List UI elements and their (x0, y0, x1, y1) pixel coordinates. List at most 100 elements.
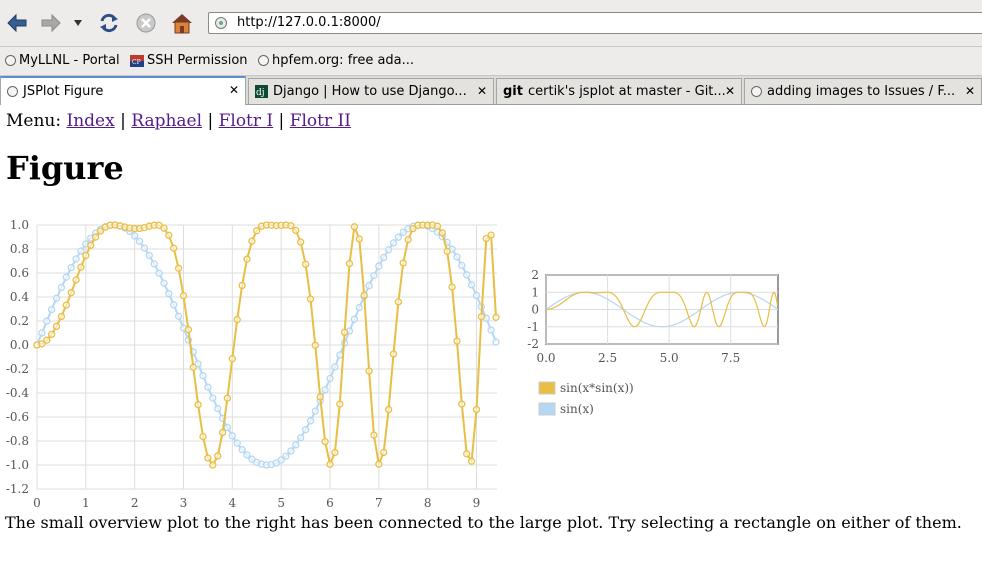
data-point (233, 439, 241, 447)
history-dropdown-button[interactable] (68, 10, 88, 36)
data-point (43, 317, 51, 325)
legend-swatch (538, 381, 556, 395)
x-tick-label: 2 (131, 496, 139, 510)
menu-link-flotr-ii[interactable]: Flotr II (290, 111, 351, 131)
data-point (375, 262, 383, 270)
reload-icon (100, 13, 118, 33)
bookmark-label: hpfem.org: free ada... (272, 53, 415, 68)
page-icon (751, 86, 762, 97)
data-point (72, 255, 80, 263)
data-point (331, 363, 339, 371)
menu-separator: | (278, 111, 285, 131)
url-text: http://127.0.0.1:8000/ (237, 15, 381, 30)
tab-title: adding images to Issues / F... (767, 84, 956, 99)
data-point (87, 241, 95, 249)
close-tab-icon[interactable]: ✕ (477, 84, 487, 98)
data-point (253, 227, 261, 235)
forward-button[interactable] (38, 10, 64, 36)
data-point (160, 279, 168, 287)
site-identity-icon[interactable] (215, 17, 227, 29)
data-point (301, 260, 310, 268)
data-point (321, 386, 329, 394)
svg-text:CP: CP (132, 59, 141, 66)
x-tick-label: 8 (424, 496, 432, 510)
y-tick-label: -0.2 (6, 362, 29, 376)
data-point (214, 404, 222, 413)
data-point (150, 260, 158, 268)
menu-separator: | (120, 111, 126, 131)
globe-icon (258, 55, 269, 66)
data-point (160, 224, 168, 232)
reload-button[interactable] (96, 10, 122, 36)
data-point (140, 244, 149, 252)
tab-django[interactable]: dj Django | How to use Django... ✕ (248, 78, 494, 104)
overview-plot[interactable]: 2 1 0 -1 -20.0 2.5 5.0 7.5 sin(x*sin(x)) sin(x) (520, 263, 790, 423)
data-point (223, 423, 232, 432)
data-point (214, 452, 222, 460)
data-point (174, 312, 183, 320)
bookmark-myllnl[interactable]: MyLLNL - Portal (5, 53, 120, 68)
data-point (492, 338, 500, 346)
data-point (38, 329, 46, 337)
tab-title: certik's jsplot at master - Git... (527, 84, 726, 99)
address-bar[interactable]: http://127.0.0.1:8000/ (208, 12, 982, 34)
stop-icon (136, 13, 156, 33)
legend-label: sin(x*sin(x)) (560, 381, 634, 395)
data-point (62, 273, 70, 281)
back-arrow-icon (7, 13, 27, 33)
data-point (340, 328, 349, 336)
tab-jsplot-figure[interactable]: JSPlot Figure ✕ (0, 76, 246, 105)
data-point (477, 313, 486, 321)
menu-link-raphael[interactable]: Raphael (131, 111, 202, 131)
data-point (331, 448, 339, 457)
tab-github-jsplot[interactable]: git certik's jsplot at master - Git... ✕ (496, 78, 742, 104)
data-point (77, 263, 85, 271)
bookmark-hpfem[interactable]: hpfem.org: free ada... (258, 53, 414, 68)
data-point (472, 291, 481, 300)
data-point (209, 394, 217, 402)
stop-button[interactable] (133, 10, 159, 36)
main-plot[interactable]: 1.0 0.8 0.6 0.4 0.2 0.0 -0.2 -0.4 -0.6 -0.8 -1.0 -1… (0, 213, 510, 513)
data-point (492, 313, 500, 321)
data-point (487, 231, 495, 239)
back-button[interactable] (4, 10, 30, 36)
data-point (165, 290, 173, 298)
menu-link-flotr-i[interactable]: Flotr I (219, 111, 274, 131)
data-point (243, 255, 251, 263)
menu-link-index[interactable]: Index (67, 111, 115, 131)
data-point (306, 417, 315, 425)
data-point (77, 247, 85, 255)
bookmark-ssh-permission[interactable]: CP SSH Permission (130, 53, 248, 68)
data-point (189, 363, 197, 371)
data-point (43, 336, 51, 344)
y-tick-label: -1 (527, 320, 539, 334)
home-button[interactable] (169, 10, 195, 36)
data-point (292, 226, 300, 235)
data-point (297, 434, 305, 442)
close-tab-icon[interactable]: ✕ (965, 84, 975, 98)
x-tick-label: 5.0 (660, 351, 679, 365)
x-tick-label: 5 (277, 496, 285, 510)
data-point (248, 237, 256, 245)
data-point (463, 271, 471, 279)
data-point (238, 445, 246, 454)
y-tick-label: -0.8 (6, 434, 29, 448)
y-tick-label: -2 (527, 337, 539, 351)
data-point (316, 393, 324, 401)
data-point (350, 315, 359, 323)
data-point (458, 261, 466, 270)
data-point (209, 461, 217, 469)
data-point (135, 237, 144, 246)
tab-title: Django | How to use Django... (273, 84, 467, 99)
legend-swatch (538, 402, 556, 416)
close-tab-icon[interactable]: ✕ (229, 83, 239, 97)
tab-adding-images[interactable]: adding images to Issues / F... ✕ (744, 78, 982, 104)
data-point (448, 283, 456, 291)
menu-separator: | (207, 111, 214, 131)
data-point (458, 400, 466, 408)
data-point (57, 312, 66, 321)
data-point (199, 432, 207, 441)
data-point (155, 269, 163, 277)
chevron-down-icon (74, 20, 82, 26)
close-tab-icon[interactable]: ✕ (725, 84, 735, 98)
